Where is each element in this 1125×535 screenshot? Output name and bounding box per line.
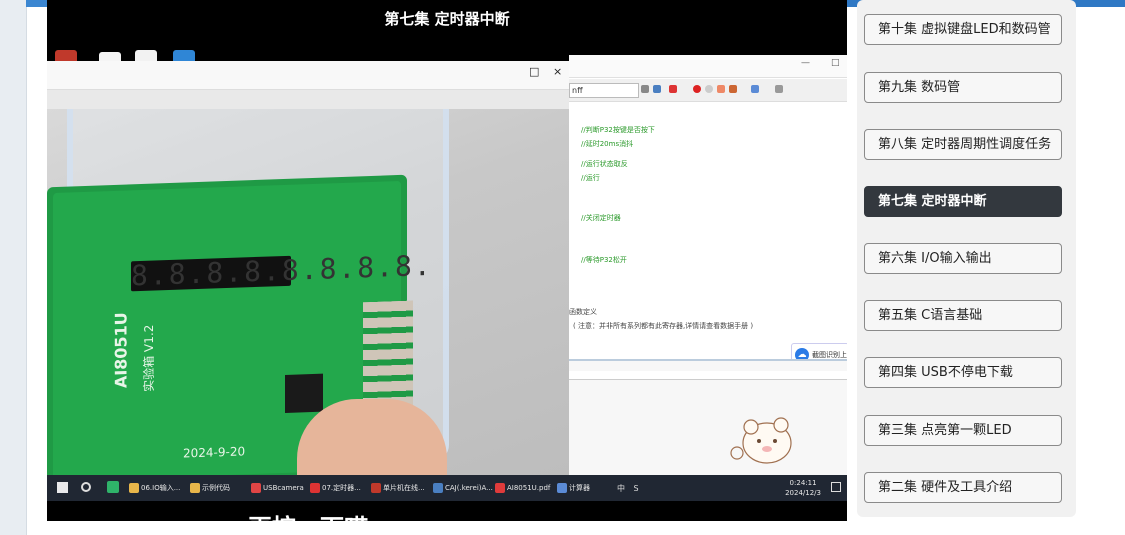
window-layout-icon[interactable] — [751, 85, 759, 93]
code-text: 函数定义 — [569, 308, 597, 316]
maximize-icon[interactable]: □ — [529, 65, 539, 78]
windows-start-icon[interactable] — [57, 482, 68, 493]
wrench-icon[interactable] — [775, 85, 783, 93]
caj-icon — [433, 483, 443, 493]
minimize-icon[interactable]: — — [801, 58, 810, 68]
mcu-chip — [285, 373, 323, 413]
episode-item-8[interactable]: 第八集 定时器周期性调度任务 — [864, 129, 1062, 160]
taskbar-item[interactable]: USBcamera — [251, 480, 304, 496]
video-title: 第七集 定时器中断 — [384, 10, 510, 28]
camera-feed: 8.8.8.8.8.8.8.8. AI8051U 实验箱 V1.2 2024-9… — [47, 109, 569, 475]
episode-item-9[interactable]: 第九集 数码管 — [864, 72, 1062, 103]
output-scrollbar[interactable] — [569, 371, 847, 380]
taskbar-item-label: AI8051U.pdf — [507, 484, 551, 492]
taskbar-item[interactable]: 单片机在线... — [371, 480, 425, 496]
code-comment: //运行 — [581, 174, 600, 182]
toolbar-button-icon[interactable] — [641, 85, 649, 93]
episode-item-6[interactable]: 第六集 I/O输入输出 — [864, 243, 1062, 274]
taskbar-item[interactable]: CAJ(.kerei)A... — [433, 480, 493, 496]
app-icon[interactable] — [107, 481, 119, 493]
folder-icon — [190, 483, 200, 493]
debug-icon[interactable] — [729, 85, 737, 93]
editor-toolbar: nff — [569, 79, 847, 102]
code-comment: //运行状态取反 — [581, 160, 628, 168]
seven-segment-display: 8.8.8.8.8.8.8.8. — [131, 248, 433, 293]
taskbar-item-label: 计算器 — [569, 484, 590, 492]
taskbar-item-label: CAJ(.kerei)A... — [445, 484, 493, 492]
taskbar-item-label: 06.IO输入... — [141, 484, 181, 492]
episode-item-10[interactable]: 第十集 虚拟键盘LED和数码管 — [864, 14, 1062, 45]
taskbar-item[interactable]: 示例代码 — [190, 480, 230, 496]
breakpoint-disabled-icon[interactable] — [705, 85, 713, 93]
episode-item-5[interactable]: 第五集 C语言基础 — [864, 300, 1062, 331]
search-icon[interactable] — [81, 482, 91, 492]
taskbar-item[interactable]: 计算器 — [557, 480, 590, 496]
taskbar-item-label: 单片机在线... — [383, 484, 425, 492]
video-player[interactable]: 第七集 定时器中断 □ × 8.8.8.8.8.8.8.8. AI8051U 实… — [47, 0, 847, 521]
episode-playlist: 第十集 虚拟键盘LED和数码管 第九集 数码管 第八集 定时器周期性调度任务 第… — [857, 0, 1076, 517]
calculator-icon — [557, 483, 567, 493]
episode-item-4[interactable]: 第四集 USB不停电下载 — [864, 357, 1062, 388]
taskbar-item-label: 07.定时器... — [322, 484, 361, 492]
folder-icon — [129, 483, 139, 493]
app-icon — [371, 483, 381, 493]
wps-icon — [310, 483, 320, 493]
taskbar-item[interactable]: AI8051U.pdf — [495, 480, 550, 496]
breakpoint-icon[interactable] — [693, 85, 701, 93]
code-area[interactable]: //判断P32按键是否按下 //延时20ms消抖 //运行状态取反 //运行 /… — [569, 103, 847, 367]
maximize-icon[interactable]: □ — [831, 58, 840, 68]
board-version-label: 实验箱 V1.2 — [142, 324, 157, 393]
windows-taskbar: 06.IO输入... 示例代码 USBcamera 07.定时器... 单片机在… — [47, 475, 847, 501]
notification-icon[interactable] — [831, 482, 841, 492]
system-tray[interactable]: 中 S — [617, 483, 642, 494]
code-comment: //延时20ms消抖 — [581, 140, 634, 148]
episode-item-2[interactable]: 第二集 硬件及工具介绍 — [864, 472, 1062, 503]
episode-item-3[interactable]: 第三集 点亮第一颗LED — [864, 415, 1062, 446]
search-icon[interactable] — [669, 85, 677, 93]
code-editor-window: — □ nff //判断P32按键是否按下 //延时20ms消抖 //运行状态取… — [569, 55, 847, 477]
clock-date: 2024/12/3 — [785, 489, 821, 497]
taskbar-item[interactable]: 06.IO输入... — [129, 480, 180, 496]
left-rail — [0, 0, 27, 535]
editor-titlebar: — □ — [569, 55, 847, 78]
toolbar-button-icon[interactable] — [653, 85, 661, 93]
pdf-icon — [495, 483, 505, 493]
taskbar-item[interactable]: 07.定时器... — [310, 480, 361, 496]
taskbar-item-label: USBcamera — [263, 484, 304, 492]
editor-output-panel — [569, 359, 847, 477]
clock-time: 0:24:11 — [789, 479, 817, 487]
code-text: ( 注意：并非所有系列都有此寄存器,详情请查看数据手册 ) — [573, 322, 754, 330]
episode-item-7-active[interactable]: 第七集 定时器中断 — [864, 186, 1062, 217]
code-comment: //等待P32松开 — [581, 256, 627, 264]
clear-breakpoints-icon[interactable] — [717, 85, 725, 93]
board-date-label: 2024-9-20 — [183, 444, 246, 461]
camera-icon — [251, 483, 261, 493]
taskbar-clock[interactable]: 0:24:11 2024/12/3 — [785, 478, 821, 498]
code-comment: //判断P32按键是否按下 — [581, 126, 655, 134]
video-subtitle: 再按一下哎 — [47, 508, 569, 521]
target-select[interactable]: nff — [569, 83, 639, 98]
close-icon[interactable]: × — [553, 65, 562, 78]
taskbar-item-label: 示例代码 — [202, 484, 230, 492]
bear-sticker-icon — [730, 417, 792, 464]
camera-window-titlebar: □ × — [47, 61, 569, 90]
board-model-label: AI8051U — [111, 311, 131, 389]
code-comment: //关闭定时器 — [581, 214, 621, 222]
camera-window: □ × 8.8.8.8.8.8.8.8. AI8051U 实验箱 V1.2 20… — [47, 61, 569, 521]
